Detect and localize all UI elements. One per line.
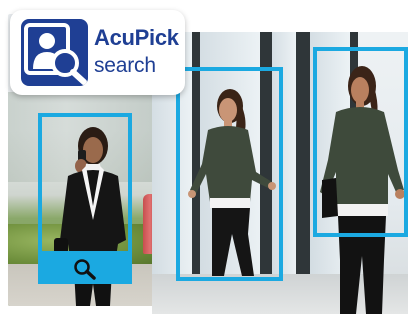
photo-composite: AcuPick search bbox=[0, 0, 408, 314]
detection-box-3[interactable] bbox=[313, 47, 408, 237]
logo-wordmark: AcuPick search bbox=[94, 25, 179, 77]
search-button[interactable] bbox=[38, 254, 132, 284]
person-search-icon bbox=[21, 19, 88, 86]
magnifier-icon bbox=[74, 259, 96, 280]
acupick-logo-card: AcuPick search bbox=[10, 10, 185, 95]
logo-subtitle: search bbox=[94, 54, 156, 77]
detection-box-1[interactable] bbox=[38, 113, 132, 255]
door-frame bbox=[296, 32, 310, 314]
logo-name: AcuPick bbox=[94, 25, 179, 50]
detection-box-2[interactable] bbox=[176, 67, 283, 281]
